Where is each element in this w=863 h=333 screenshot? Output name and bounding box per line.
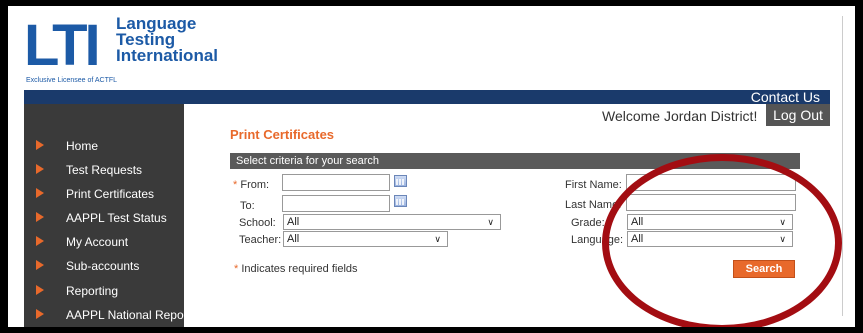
school-select[interactable]: All ∨	[283, 214, 501, 230]
sidebar-item-label: AAPPL Test Status	[66, 211, 167, 225]
school-select-value: All	[287, 216, 300, 228]
teacher-select-value: All	[287, 233, 300, 245]
sidebar-item-aappl-test-status[interactable]: AAPPL Test Status	[24, 207, 184, 229]
from-date-input[interactable]	[282, 174, 390, 191]
calendar-icon[interactable]	[394, 195, 407, 207]
teacher-label: Teacher:	[239, 234, 282, 246]
grade-select-value: All	[631, 216, 644, 228]
chevron-down-icon: ∨	[779, 234, 786, 244]
sidebar-item-label: Reporting	[66, 284, 119, 298]
chevron-down-icon: ∨	[434, 234, 441, 244]
sidebar-item-sub-accounts[interactable]: Sub-accounts	[24, 255, 184, 277]
first-name-input[interactable]	[626, 174, 796, 191]
language-select[interactable]: All ∨	[627, 231, 793, 247]
language-label: Language:	[571, 234, 623, 246]
sidebar-item-label: AAPPL National Report	[66, 308, 191, 322]
calendar-icon[interactable]	[394, 175, 407, 187]
school-label: School:	[239, 217, 276, 229]
criteria-header: Select criteria for your search	[230, 153, 800, 169]
logo-mark: LTI	[24, 13, 101, 78]
teacher-select[interactable]: All ∨	[283, 231, 448, 247]
logo-wordmark: Language Testing International	[116, 15, 219, 65]
grade-label: Grade:	[571, 217, 605, 229]
arrow-right-icon	[36, 212, 44, 222]
page-title: Print Certificates	[230, 127, 335, 142]
sidebar-nav: Home Test Requests Print Certificates AA…	[24, 104, 191, 327]
arrow-right-icon	[36, 140, 44, 150]
sidebar-item-print-certificates[interactable]: Print Certificates	[24, 183, 184, 205]
arrow-right-icon	[36, 260, 44, 270]
required-star: *	[234, 263, 239, 275]
welcome-message: Welcome Jordan District!	[602, 108, 758, 124]
arrow-right-icon	[36, 309, 44, 319]
search-button[interactable]: Search	[733, 260, 795, 278]
browser-viewport: LTI Language Testing International Exclu…	[8, 6, 855, 327]
arrow-right-icon	[36, 188, 44, 198]
chevron-down-icon: ∨	[487, 217, 494, 227]
first-name-label: First Name:	[565, 179, 622, 191]
page-border	[842, 16, 843, 316]
logo-tagline: Exclusive Licensee of ACTFL	[26, 77, 118, 84]
top-nav-bar: Contact Us	[24, 89, 830, 105]
logo-word-3: International	[116, 46, 219, 65]
sidebar-item-home[interactable]: Home	[24, 135, 184, 157]
last-name-input[interactable]	[626, 194, 796, 211]
arrow-right-icon	[36, 236, 44, 246]
sidebar-item-label: My Account	[66, 235, 129, 249]
log-out-button[interactable]: Log Out	[766, 104, 830, 126]
required-note-text: Indicates required fields	[241, 263, 358, 275]
arrow-right-icon	[36, 164, 44, 174]
to-date-input[interactable]	[282, 195, 390, 212]
sidebar-item-label: Test Requests	[66, 163, 143, 177]
sidebar-item-test-requests[interactable]: Test Requests	[24, 159, 184, 181]
grade-select[interactable]: All ∨	[627, 214, 793, 230]
sidebar-item-label: Print Certificates	[66, 187, 155, 201]
to-label: To:	[240, 200, 255, 212]
sidebar-item-label: Sub-accounts	[66, 259, 140, 273]
from-label: * From:	[233, 178, 269, 192]
sidebar-item-reporting[interactable]: Reporting	[24, 280, 184, 302]
sidebar-item-aappl-national-report[interactable]: AAPPL National Report	[24, 304, 191, 326]
sidebar-item-my-account[interactable]: My Account	[24, 231, 184, 253]
last-name-label: Last Name:	[565, 199, 622, 211]
language-select-value: All	[631, 233, 644, 245]
required-note: * Indicates required fields	[234, 262, 358, 276]
contact-us-link[interactable]: Contact Us	[751, 89, 820, 105]
chevron-down-icon: ∨	[779, 217, 786, 227]
criteria-header-text: Select criteria for your search	[236, 155, 380, 167]
from-label-text: From:	[240, 179, 270, 191]
required-star: *	[233, 179, 238, 191]
arrow-right-icon	[36, 285, 44, 295]
sidebar-item-label: Home	[66, 139, 99, 153]
